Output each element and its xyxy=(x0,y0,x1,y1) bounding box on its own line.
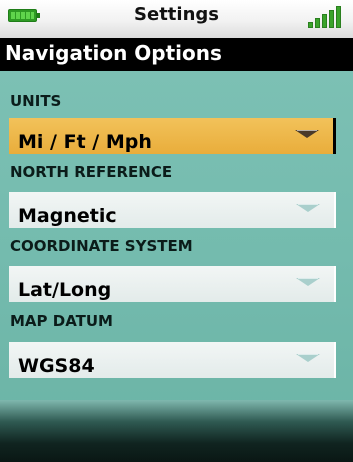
status-bar: Settings xyxy=(0,0,353,38)
units-label: UNITS xyxy=(10,92,62,110)
north-reference-label: NORTH REFERENCE xyxy=(10,163,173,181)
chevron-down-icon xyxy=(295,130,319,138)
map-datum-label: MAP DATUM xyxy=(10,312,113,330)
coordinate-system-value: Lat/Long xyxy=(18,279,112,301)
map-datum-dropdown[interactable]: WGS84 xyxy=(9,342,336,378)
units-value: Mi / Ft / Mph xyxy=(18,131,152,153)
units-dropdown[interactable]: Mi / Ft / Mph xyxy=(9,118,336,154)
chevron-down-icon xyxy=(296,278,320,286)
map-datum-value: WGS84 xyxy=(18,355,95,377)
page-title: Navigation Options xyxy=(5,41,222,65)
chevron-down-icon xyxy=(296,354,320,362)
softkey-bar xyxy=(0,400,353,462)
chevron-down-icon xyxy=(296,204,320,212)
page-header: Navigation Options xyxy=(0,38,353,71)
coordinate-system-label: COORDINATE SYSTEM xyxy=(10,237,193,255)
status-title: Settings xyxy=(134,4,219,25)
settings-screen: Settings Navigation Options UNITS Mi / F… xyxy=(0,0,353,462)
coordinate-system-dropdown[interactable]: Lat/Long xyxy=(9,266,336,302)
signal-icon xyxy=(308,4,343,28)
north-reference-dropdown[interactable]: Magnetic xyxy=(9,192,336,228)
north-reference-value: Magnetic xyxy=(18,205,117,227)
